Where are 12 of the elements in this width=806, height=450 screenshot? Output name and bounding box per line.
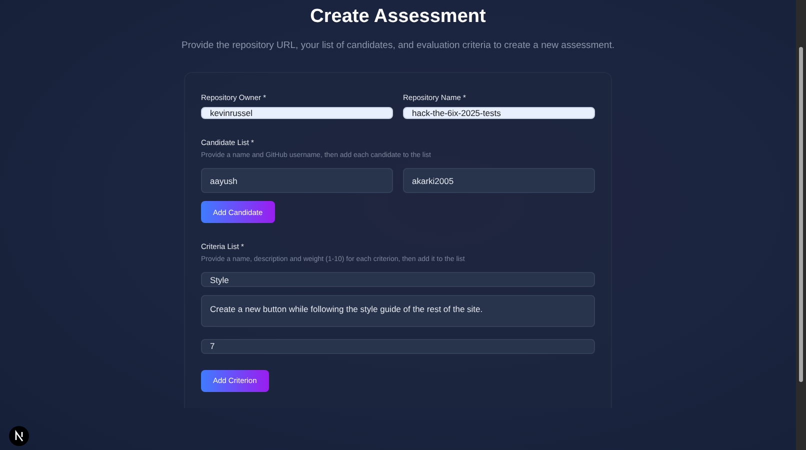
- scrollbar[interactable]: [796, 0, 806, 450]
- username-input-field[interactable]: akarki2005: [403, 168, 595, 193]
- description-text-area[interactable]: Create a new button while following the style guide of the rest of the site.: [201, 295, 595, 327]
- logo-icon[interactable]: [9, 426, 29, 446]
- criterion-name-input-field[interactable]: Style: [201, 272, 595, 288]
- scrollbar-thumb[interactable]: [799, 47, 803, 382]
- page-title: Create Assessment: [310, 6, 486, 28]
- input-field[interactable]: kevinrussel: [201, 107, 393, 119]
- weight-input-field[interactable]: 7: [201, 338, 595, 354]
- name-input-field[interactable]: aayush: [201, 168, 393, 193]
- page-subtitle: Provide the repository URL, your list of candidates, and evaluation criteria to create a new assessment.: [182, 40, 614, 51]
- input-field[interactable]: hack-the-6ix-2025-tests: [403, 107, 595, 119]
